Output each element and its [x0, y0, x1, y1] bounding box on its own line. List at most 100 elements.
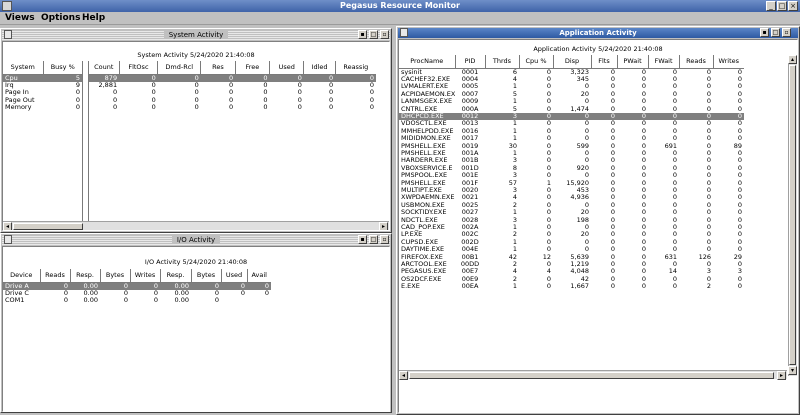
column-header[interactable]: Dmd-Rcl: [157, 61, 201, 75]
minimize-icon[interactable]: ▪: [358, 30, 367, 39]
table-row[interactable]: PMSPOOL.EXE 001E 3 0 0 0 0 0 0 0: [399, 172, 744, 179]
table-row[interactable]: Drive C 0 0.00 0 0 0.00 0 0 0: [3, 290, 271, 297]
table-row[interactable]: DAYTIME.EXE 004E 1 0 0 0 0 0 0 0: [399, 246, 744, 253]
table-row[interactable]: CUPSD.EXE 002D 1 0 0 0 0 0 0 0: [399, 239, 744, 246]
system-activity-window[interactable]: System Activity ▪ □ ▫ System Activity 5/…: [0, 28, 392, 233]
column-header[interactable]: Device: [3, 269, 40, 283]
table-row[interactable]: VDOSCTL.EXE 0013 1 0 0 0 0 0 0 0: [399, 120, 744, 127]
column-header[interactable]: Cpu %: [518, 55, 553, 69]
scroll-thumb[interactable]: [789, 65, 796, 365]
table-row[interactable]: XWPDAEMN.EXE 0021 4 0 4,936 0 0 0 0 0: [399, 194, 744, 201]
column-header[interactable]: PWait: [616, 55, 648, 69]
table-row[interactable]: ACPIDAEMON.EX 0007 5 0 20 0 0 0 0 0: [399, 91, 744, 98]
system-hscroll[interactable]: ◂ ▸: [3, 221, 389, 230]
close-icon[interactable]: ▫: [380, 235, 389, 244]
minimize-icon[interactable]: ▪: [760, 28, 769, 37]
column-header[interactable]: Reassig: [334, 61, 376, 75]
column-header[interactable]: Resp.: [159, 269, 191, 283]
table-row[interactable]: 879 0 0 0 0 0 0 0: [89, 74, 376, 82]
table-row[interactable]: MMHELPDD.EXE 0016 1 0 0 0 0 0 0 0: [399, 128, 744, 135]
table-row[interactable]: Page Out 0: [3, 97, 82, 104]
scroll-right-icon[interactable]: ▸: [379, 222, 388, 230]
scroll-down-icon[interactable]: ▾: [788, 366, 797, 375]
table-row[interactable]: Memory 0: [3, 104, 82, 111]
column-header[interactable]: Writes: [129, 269, 160, 283]
table-row[interactable]: MIDIDMON.EXE 0017 1 0 0 0 0 0 0 0: [399, 135, 744, 142]
table-row[interactable]: sysinit 0001 6 0 3,323 0 0 0 0 0: [399, 68, 744, 76]
column-separator[interactable]: [88, 61, 89, 221]
table-row[interactable]: MULTIPT.EXE 0020 3 0 453 0 0 0 0 0: [399, 187, 744, 194]
scroll-thumb[interactable]: [13, 223, 83, 230]
main-title-bar[interactable]: Pegasus Resource Monitor _ □ ×: [0, 0, 800, 12]
maximize-icon[interactable]: □: [369, 235, 378, 244]
scroll-right-icon[interactable]: ▸: [777, 371, 786, 380]
table-row[interactable]: HARDERR.EXE 001B 3 0 0 0 0 0 0 0: [399, 157, 744, 164]
column-header[interactable]: Resp.: [69, 269, 100, 283]
scroll-thumb[interactable]: [409, 372, 774, 379]
table-row[interactable]: ARCTOOL.EXE 00DD 2 0 1,219 0 0 0 0 0: [399, 261, 744, 268]
table-row[interactable]: FIREFOX.EXE 00B1 42 12 5,639 0 0 631 126 29: [399, 254, 744, 261]
column-header[interactable]: Thrds: [484, 55, 519, 69]
table-row[interactable]: USBMON.EXE 0025 2 0 0 0 0 0 0 0: [399, 202, 744, 209]
close-icon[interactable]: ▫: [782, 28, 791, 37]
scroll-up-icon[interactable]: ▴: [788, 55, 797, 64]
table-row[interactable]: CAD_POP.EXE 002A 1 0 0 0 0 0 0 0: [399, 224, 744, 231]
application-hscroll[interactable]: ◂ ▸: [399, 370, 787, 380]
table-row[interactable]: VBOXSERVICE.E 001D 8 0 920 0 0 0 0 0: [399, 165, 744, 172]
column-header[interactable]: Flts: [590, 55, 617, 69]
maximize-icon[interactable]: □: [771, 28, 780, 37]
table-row[interactable]: PEGASUS.EXE 00E7 4 4 4,048 0 0 14 3 3: [399, 268, 744, 275]
table-row[interactable]: COM1 0 0.00 0 0 0.00 0: [3, 297, 271, 304]
table-row[interactable]: 0 0 0 0 0 0 0 0: [89, 97, 376, 104]
column-header[interactable]: Count: [89, 61, 120, 75]
table-row[interactable]: Page In 0: [3, 89, 82, 96]
table-row[interactable]: LANMSGEX.EXE 0009 1 0 0 0 0 0 0 0: [399, 98, 744, 105]
column-header[interactable]: Bytes: [190, 269, 221, 283]
close-button[interactable]: ×: [788, 1, 798, 11]
table-row[interactable]: LVMALERT.EXE 0005 1 0 0 0 0 0 0 0: [399, 83, 744, 90]
io-activity-title-bar[interactable]: I/O Activity ▪ □ ▫: [2, 235, 390, 245]
table-row[interactable]: CNTRL.EXE 000A 5 0 1,474 0 0 0 0 0: [399, 106, 744, 113]
close-icon[interactable]: ▫: [380, 30, 389, 39]
column-header[interactable]: ProcName: [399, 55, 455, 69]
column-header[interactable]: System: [3, 61, 43, 75]
scroll-left-icon[interactable]: ◂: [3, 222, 12, 230]
column-header[interactable]: Writes: [712, 55, 744, 69]
column-header[interactable]: Free: [234, 61, 270, 75]
application-vscroll[interactable]: ▴ ▾: [788, 55, 797, 376]
column-header[interactable]: Bytes: [99, 269, 130, 283]
table-row[interactable]: PMSHELL.EXE 001A 1 0 0 0 0 0 0 0: [399, 150, 744, 157]
column-header[interactable]: Idled: [303, 61, 336, 75]
table-row[interactable]: LP.EXE 002C 2 0 20 0 0 0 0 0: [399, 231, 744, 238]
column-header[interactable]: FWait: [647, 55, 679, 69]
table-row[interactable]: PMSHELL.EXE 0019 30 0 599 0 0 691 0 89: [399, 143, 744, 150]
table-row[interactable]: 0 0 0 0 0 0 0 0: [89, 89, 376, 96]
column-header[interactable]: Res: [200, 61, 236, 75]
table-row[interactable]: Drive A 0 0.00 0 0 0.00 0 0 0: [3, 282, 271, 290]
table-row[interactable]: NDCTL.EXE 0028 3 0 198 0 0 0 0 0: [399, 217, 744, 224]
column-separator[interactable]: [82, 61, 83, 221]
table-row[interactable]: OS2DCF.EXE 00E9 2 0 42 0 0 0 0 0: [399, 276, 744, 283]
table-row[interactable]: Cpu 5: [3, 74, 82, 82]
table-row[interactable]: PMSHELL.EXE 001F 57 1 15,920 0 0 0 0 0: [399, 180, 744, 187]
table-row[interactable]: 0 0 0 0 0 0 0 0: [89, 104, 376, 111]
application-activity-title-bar[interactable]: Application Activity ▪ □ ▫: [398, 28, 798, 38]
minimize-icon[interactable]: ▪: [358, 235, 367, 244]
scroll-left-icon[interactable]: ◂: [399, 371, 408, 380]
column-header[interactable]: Used: [220, 269, 247, 283]
menu-views[interactable]: Views: [5, 13, 35, 23]
maximize-button[interactable]: □: [777, 1, 787, 11]
io-activity-window[interactable]: I/O Activity ▪ □ ▫ I/O Activity 5/24/202…: [0, 233, 392, 413]
table-row[interactable]: SOCKTIDY.EXE 0027 1 0 20 0 0 0 0 0: [399, 209, 744, 216]
table-row[interactable]: CACHEF32.EXE 0004 4 0 345 0 0 0 0 0: [399, 76, 744, 83]
table-row[interactable]: DHCPCD.EXE 0012 3 0 0 0 0 0 0 0: [399, 112, 744, 121]
column-header[interactable]: Used: [269, 61, 304, 75]
menu-help[interactable]: Help: [82, 13, 105, 23]
column-header[interactable]: Disp: [552, 55, 591, 69]
table-row[interactable]: Irq 9: [3, 82, 82, 89]
column-header[interactable]: Avail: [246, 269, 271, 283]
system-activity-title-bar[interactable]: System Activity ▪ □ ▫: [2, 30, 390, 40]
column-header[interactable]: FltOsc: [118, 61, 158, 75]
column-header[interactable]: Reads: [39, 269, 70, 283]
table-row[interactable]: E.EXE 00EA 1 0 1,667 0 0 0 2 0: [399, 283, 744, 290]
